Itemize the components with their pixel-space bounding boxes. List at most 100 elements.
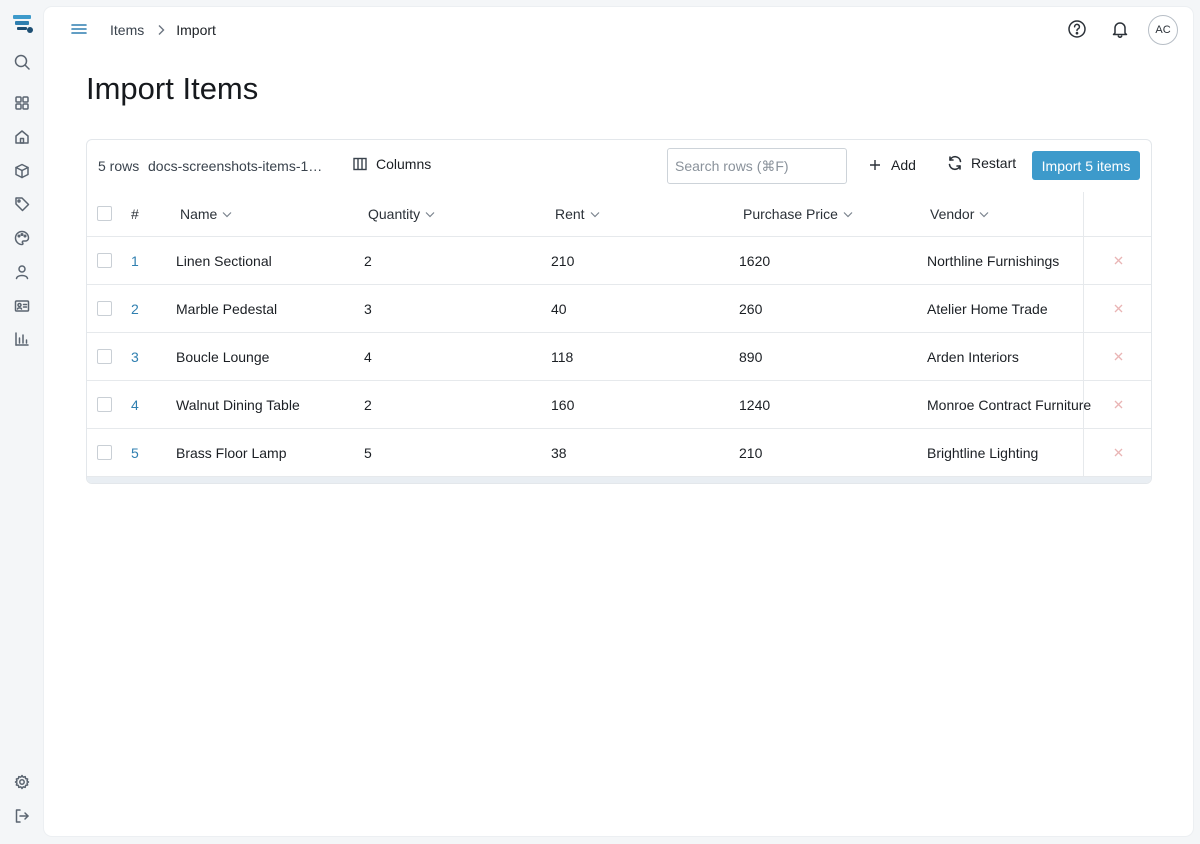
tag-icon[interactable] [11, 193, 33, 215]
cell-purchase-price[interactable]: 1240 [739, 381, 770, 428]
import-items-button[interactable]: Import 5 items [1032, 151, 1140, 180]
cell-quantity[interactable]: 5 [364, 429, 372, 476]
cell-name[interactable]: Boucle Lounge [176, 333, 269, 380]
refresh-icon [948, 155, 962, 171]
header-purchase-price[interactable]: Purchase Price [743, 192, 853, 236]
chevron-down-icon [979, 211, 989, 218]
table-row: 1 Linen Sectional 2 210 1620 Northline F… [87, 237, 1151, 285]
delete-row-icon[interactable] [1083, 237, 1151, 284]
cell-quantity[interactable]: 4 [364, 333, 372, 380]
top-bar: Items Import AC [44, 7, 1193, 53]
dashboard-grid-icon[interactable] [11, 92, 33, 114]
chevron-down-icon [590, 211, 600, 218]
cell-vendor[interactable]: Northline Furnishings [927, 237, 1059, 284]
page-title: Import Items [86, 71, 259, 106]
cell-purchase-price[interactable]: 260 [739, 285, 762, 332]
import-card: 5 rows docs-screenshots-items-1784.csv C… [86, 139, 1152, 484]
cell-quantity[interactable]: 2 [364, 237, 372, 284]
cell-vendor[interactable]: Atelier Home Trade [927, 285, 1048, 332]
header-vendor-label: Vendor [930, 206, 975, 222]
columns-icon [353, 157, 367, 171]
table-row: 3 Boucle Lounge 4 118 890 Arden Interior… [87, 333, 1151, 381]
cell-vendor[interactable]: Monroe Contract Furniture [927, 381, 1091, 428]
header-purchase-price-label: Purchase Price [743, 206, 838, 222]
row-checkbox[interactable] [97, 253, 112, 268]
user-avatar[interactable]: AC [1148, 15, 1178, 45]
cell-rent[interactable]: 38 [551, 429, 567, 476]
table-row: 4 Walnut Dining Table 2 160 1240 Monroe … [87, 381, 1151, 429]
logout-icon[interactable] [11, 805, 33, 827]
help-icon[interactable] [1067, 19, 1087, 39]
cell-purchase-price[interactable]: 210 [739, 429, 762, 476]
columns-label: Columns [376, 156, 432, 172]
settings-gear-icon[interactable] [11, 771, 33, 793]
cell-name[interactable]: Brass Floor Lamp [176, 429, 286, 476]
row-number[interactable]: 5 [131, 429, 139, 476]
header-vendor[interactable]: Vendor [930, 192, 989, 236]
rows-count: 5 rows [98, 158, 140, 174]
chevron-down-icon [222, 211, 232, 218]
cell-purchase-price[interactable]: 1620 [739, 237, 770, 284]
row-checkbox[interactable] [97, 349, 112, 364]
header-quantity[interactable]: Quantity [368, 192, 435, 236]
table-header-row: # Name Quantity Rent Purchase Price Vend… [87, 192, 1151, 237]
row-checkbox[interactable] [97, 445, 112, 460]
cell-quantity[interactable]: 2 [364, 381, 372, 428]
delete-row-icon[interactable] [1083, 429, 1151, 476]
select-all-checkbox[interactable] [97, 206, 112, 221]
row-number[interactable]: 1 [131, 237, 139, 284]
import-toolbar: 5 rows docs-screenshots-items-1784.csv C… [87, 140, 1151, 192]
search-rows-input[interactable] [667, 148, 847, 184]
cell-name[interactable]: Marble Pedestal [176, 285, 277, 332]
header-rent[interactable]: Rent [555, 192, 600, 236]
actions-column-header [1083, 192, 1151, 236]
cell-name[interactable]: Walnut Dining Table [176, 381, 300, 428]
delete-row-icon[interactable] [1083, 285, 1151, 332]
columns-button[interactable]: Columns [353, 156, 431, 172]
chevron-right-icon [156, 24, 166, 36]
row-checkbox[interactable] [97, 397, 112, 412]
cell-quantity[interactable]: 3 [364, 285, 372, 332]
add-button[interactable]: Add [869, 157, 916, 173]
cell-name[interactable]: Linen Sectional [176, 237, 272, 284]
header-quantity-label: Quantity [368, 206, 421, 222]
cell-rent[interactable]: 40 [551, 285, 567, 332]
cell-rent[interactable]: 160 [551, 381, 574, 428]
import-table: # Name Quantity Rent Purchase Price Vend… [87, 192, 1151, 477]
main-panel: Items Import AC Import Items 5 rows docs… [44, 7, 1193, 836]
row-number[interactable]: 3 [131, 333, 139, 380]
cell-rent[interactable]: 210 [551, 237, 574, 284]
row-number[interactable]: 2 [131, 285, 139, 332]
home-icon[interactable] [11, 126, 33, 148]
palette-icon[interactable] [11, 227, 33, 249]
header-row-number: # [131, 206, 139, 222]
user-icon[interactable] [11, 261, 33, 283]
chevron-down-icon [843, 211, 853, 218]
table-row: 2 Marble Pedestal 3 40 260 Atelier Home … [87, 285, 1151, 333]
cell-vendor[interactable]: Brightline Lighting [927, 429, 1038, 476]
sidebar [0, 0, 44, 844]
notifications-bell-icon[interactable] [1110, 19, 1130, 39]
search-icon[interactable] [11, 51, 33, 73]
header-name[interactable]: Name [180, 192, 232, 236]
table-row: 5 Brass Floor Lamp 5 38 210 Brightline L… [87, 429, 1151, 477]
cell-vendor[interactable]: Arden Interiors [927, 333, 1019, 380]
header-name-label: Name [180, 206, 218, 222]
cell-rent[interactable]: 118 [551, 333, 573, 380]
breadcrumb: Items Import [110, 22, 216, 38]
file-name: docs-screenshots-items-1784.csv [148, 158, 330, 174]
breadcrumb-items-link[interactable]: Items [110, 22, 144, 38]
delete-row-icon[interactable] [1083, 381, 1151, 428]
bar-chart-icon[interactable] [11, 328, 33, 350]
cell-purchase-price[interactable]: 890 [739, 333, 762, 380]
delete-row-icon[interactable] [1083, 333, 1151, 380]
row-number[interactable]: 4 [131, 381, 139, 428]
restart-button[interactable]: Restart [947, 155, 1016, 171]
app-logo-icon[interactable] [11, 12, 35, 36]
id-card-icon[interactable] [11, 295, 33, 317]
header-rent-label: Rent [555, 206, 585, 222]
box-icon[interactable] [11, 160, 33, 182]
row-checkbox[interactable] [97, 301, 112, 316]
hamburger-menu-icon[interactable] [70, 20, 88, 38]
table-footer-bar [87, 477, 1151, 483]
